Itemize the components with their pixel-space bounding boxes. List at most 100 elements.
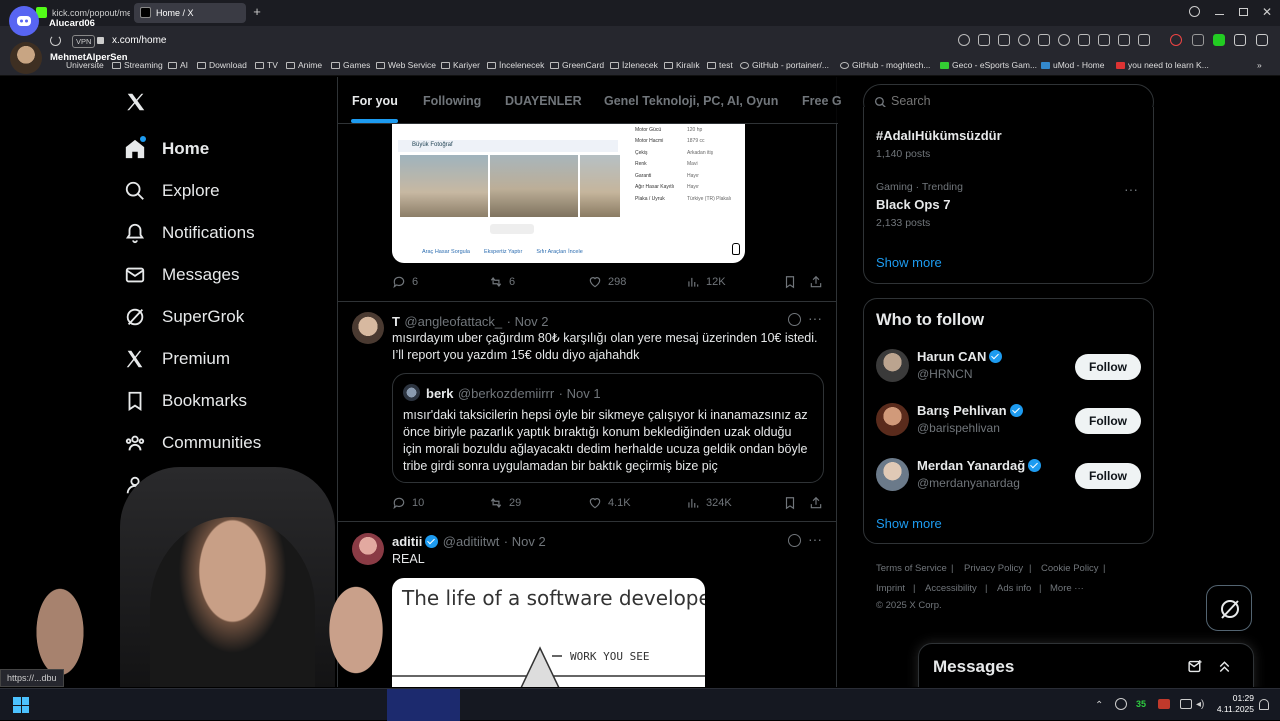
tweet2-quote-card[interactable]: berk @berkozdemiirrr · Nov 1 mısır'daki … [392,373,824,483]
camera-icon[interactable] [998,34,1010,46]
follow-user-harun[interactable]: Harun CAN @HRNCN [917,349,1003,381]
tweet2-repost[interactable]: 29 [489,496,521,510]
bookmark-14[interactable]: GitHub - portainer/... [740,60,829,70]
tweet1-share[interactable] [809,275,823,289]
list-icon[interactable] [1118,34,1130,46]
url-input[interactable]: x.com/home [112,35,166,46]
bookmark-7[interactable]: Web Service [376,60,436,70]
tweet1-views[interactable]: 12K [686,275,726,289]
follow-button[interactable]: Follow [1075,354,1141,380]
edit-icon[interactable] [978,34,990,46]
shield-icon[interactable] [1018,34,1030,46]
tweet2-share[interactable] [809,496,823,510]
search-tabs-icon[interactable] [1189,6,1200,17]
nav-explore[interactable]: Explore [124,180,220,202]
tab-genel-teknoloji[interactable]: Genel Teknoloji, PC, AI, Oyun [604,94,778,108]
tab-free-g[interactable]: Free G [802,94,842,108]
trend-item[interactable]: Gaming · Trending Black Ops 7 2,133 post… [876,181,1146,229]
footer-terms[interactable]: Terms of Service [876,563,947,574]
tray-badge[interactable]: 35 [1136,699,1146,709]
tray-app-icon[interactable] [1158,699,1170,709]
tab-home-x[interactable]: Home / X [134,3,246,23]
ext-green-icon[interactable] [1213,34,1225,46]
new-tab-icon[interactable]: + [251,5,263,18]
tweet2-name[interactable]: T [392,314,400,329]
grok-icon[interactable] [788,534,801,547]
bookmark-10[interactable]: GreenCard [550,60,604,70]
bookmark-18[interactable]: you need to learn K... [1116,60,1209,70]
tab-following[interactable]: Following [423,94,481,108]
bookmark-15[interactable]: GitHub - moghtech... [840,60,930,70]
footer-ads-info[interactable]: Ads info [997,583,1031,594]
follow-show-more[interactable]: Show more [876,516,942,531]
bookmark-11[interactable]: İzlenecek [610,60,658,70]
tab-for-you[interactable]: For you [352,94,398,108]
nav-communities[interactable]: Communities [124,432,261,454]
trends-show-more[interactable]: Show more [876,255,942,270]
tweet2-avatar[interactable] [352,312,384,344]
zoom-icon[interactable] [958,34,970,46]
more-options-icon[interactable]: ··· [808,310,822,326]
follow-button[interactable]: Follow [1075,408,1141,434]
tweet3-date[interactable]: · Nov 2 [504,534,546,549]
footer-imprint[interactable]: Imprint [876,583,905,594]
follow-button[interactable]: Follow [1075,463,1141,489]
tray-chevron-icon[interactable]: ⌃ [1095,700,1103,711]
follow-user-merdan[interactable]: Merdan Yanardağ @merdanyanardag [917,458,1042,490]
bookmark-17[interactable]: uMod - Home [1041,60,1105,70]
expand-icon[interactable] [1216,658,1233,675]
tweet1-reply[interactable]: 6 [392,275,418,289]
tweet2-handle[interactable]: @angleofattack_ [404,314,502,329]
extension-icon[interactable] [1038,34,1050,46]
tweet1-image[interactable]: Büyük Fotoğraf Motor Gücü 120 hp Motor Ha… [392,124,745,263]
bookmark-5[interactable]: Anime [286,60,322,70]
tweet1-repost[interactable]: 6 [489,275,515,289]
notifications-bell-icon[interactable] [1259,699,1269,710]
cube-icon[interactable] [1078,34,1090,46]
reload-icon[interactable] [50,35,61,46]
vpn-badge[interactable]: VPN [72,35,96,48]
pin-icon[interactable] [1138,34,1150,46]
x-logo-icon[interactable] [125,91,147,118]
minimize-icon[interactable] [1215,14,1224,15]
follow-avatar-harun[interactable] [876,349,909,382]
tweet1-bookmark[interactable] [783,275,797,289]
footer-more[interactable]: More ··· [1050,583,1084,594]
tweet3-image[interactable]: The life of a software developer WORK YO… [392,578,705,687]
nav-home[interactable]: Home [124,136,209,160]
tweet2-views[interactable]: 324K [686,496,732,510]
bookmark-13[interactable]: test [707,60,733,70]
tweet2-like[interactable]: 4.1K [588,496,631,510]
ext-bug-icon[interactable] [1234,34,1246,46]
tweet3-handle[interactable]: @aditiitwt [443,534,500,549]
messages-drawer[interactable]: Messages [918,643,1254,687]
tray-sync-icon[interactable] [1115,698,1127,710]
tab-duayenler[interactable]: DUAYENLER [505,94,582,108]
more-options-icon[interactable]: ··· [808,531,822,547]
bookmark-12[interactable]: Kiralık [664,60,700,70]
follow-user-baris[interactable]: Barış Pehlivan @barispehlivan [917,403,1023,435]
bookmark-6[interactable]: Games [331,60,370,70]
bookmark-4[interactable]: TV [255,60,278,70]
footer-cookie[interactable]: Cookie Policy [1041,563,1099,574]
windows-start-icon[interactable] [13,697,29,713]
new-message-icon[interactable] [1187,658,1204,675]
tweet2-date[interactable]: · Nov 2 [507,314,549,329]
grok-icon[interactable] [788,313,801,326]
nav-bookmarks[interactable]: Bookmarks [124,390,247,412]
nav-premium[interactable]: Premium [124,348,230,370]
bookmarks-overflow-icon[interactable]: » [1257,60,1262,70]
tweet2-bookmark[interactable] [783,496,797,510]
nav-notifications[interactable]: Notifications [124,222,255,244]
maximize-icon[interactable] [1239,8,1248,16]
follow-avatar-baris[interactable] [876,403,909,436]
ext-red-icon[interactable] [1170,34,1182,46]
ext-box-icon[interactable] [1256,34,1268,46]
search-input[interactable] [891,94,1141,108]
tray-network-icon[interactable] [1180,699,1192,709]
grok-fab[interactable] [1206,585,1252,631]
play-icon[interactable] [1058,34,1070,46]
ext-shield-icon[interactable] [1192,34,1204,46]
bookmark-2[interactable]: AI [168,60,188,70]
tray-speaker-icon[interactable]: ◂) [1196,699,1204,710]
